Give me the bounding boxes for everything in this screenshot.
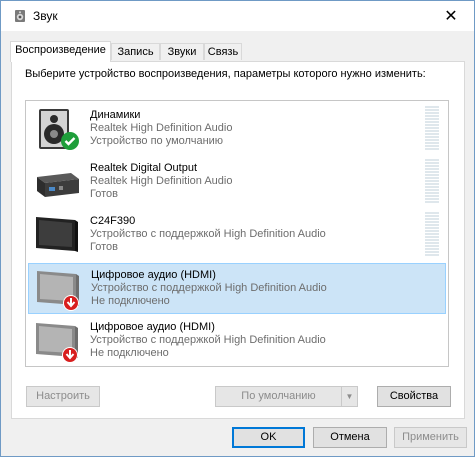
- device-list[interactable]: Динамики Realtek High Definition Audio У…: [25, 100, 449, 367]
- tab-sounds[interactable]: Звуки: [160, 43, 204, 60]
- speaker-title-icon: [15, 10, 25, 22]
- list-item[interactable]: C24F390 Устройство с поддержкой High Def…: [28, 210, 446, 261]
- device-driver: Устройство с поддержкой High Definition …: [90, 228, 326, 240]
- device-name: Цифровое аудио (HDMI): [90, 321, 215, 333]
- device-status: Не подключено: [91, 295, 170, 307]
- cancel-button[interactable]: Отмена: [313, 427, 387, 448]
- close-icon: ✕: [444, 8, 458, 25]
- device-status: Готов: [90, 188, 118, 200]
- device-driver: Realtek High Definition Audio: [90, 122, 233, 134]
- properties-button[interactable]: Свойства: [377, 386, 451, 407]
- playback-panel: Выберите устройство воспроизведения, пар…: [11, 61, 465, 419]
- window-title: Звук: [33, 9, 58, 23]
- ok-button[interactable]: OK: [232, 427, 305, 448]
- list-item[interactable]: Цифровое аудио (HDMI) Устройство с подде…: [28, 263, 446, 314]
- list-item[interactable]: Realtek Digital Output Realtek High Defi…: [28, 157, 446, 208]
- configure-button[interactable]: Настроить: [26, 386, 100, 407]
- apply-button[interactable]: Применить: [394, 427, 467, 448]
- monitor-disconnected-icon: [37, 271, 79, 311]
- tab-playback[interactable]: Воспроизведение: [10, 41, 111, 62]
- monitor-icon: [36, 217, 78, 252]
- volume-meter: [425, 106, 439, 151]
- close-button[interactable]: ✕: [428, 1, 474, 31]
- set-default-label: По умолчанию: [241, 390, 316, 402]
- list-item[interactable]: Цифровое аудио (HDMI) Устройство с подде…: [28, 316, 446, 367]
- tab-recording[interactable]: Запись: [111, 43, 160, 60]
- device-driver: Realtek High Definition Audio: [90, 175, 233, 187]
- monitor-disconnected-icon: [36, 323, 78, 363]
- speaker-icon: [39, 109, 79, 150]
- chevron-down-icon[interactable]: ▼: [341, 387, 357, 406]
- sound-dialog: Звук ✕ Воспроизведение Запись Звуки Связ…: [0, 0, 475, 457]
- volume-meter: [425, 159, 439, 204]
- device-name: Realtek Digital Output: [90, 162, 197, 174]
- device-driver: Устройство с поддержкой High Definition …: [90, 334, 326, 346]
- digital-output-icon: [37, 173, 79, 197]
- device-name: Цифровое аудио (HDMI): [91, 269, 216, 281]
- volume-meter: [425, 212, 439, 257]
- tab-communications[interactable]: Связь: [204, 43, 242, 60]
- device-name: Динамики: [90, 109, 141, 121]
- device-name: C24F390: [90, 215, 136, 227]
- instruction-text: Выберите устройство воспроизведения, пар…: [25, 68, 426, 80]
- device-driver: Устройство с поддержкой High Definition …: [91, 282, 327, 294]
- list-item[interactable]: Динамики Realtek High Definition Audio У…: [28, 104, 446, 155]
- title-bar[interactable]: Звук ✕: [1, 1, 474, 31]
- device-status: Не подключено: [90, 347, 169, 359]
- set-default-button[interactable]: По умолчанию ▼: [215, 386, 358, 407]
- device-status: Устройство по умолчанию: [90, 135, 224, 147]
- device-status: Готов: [90, 241, 118, 253]
